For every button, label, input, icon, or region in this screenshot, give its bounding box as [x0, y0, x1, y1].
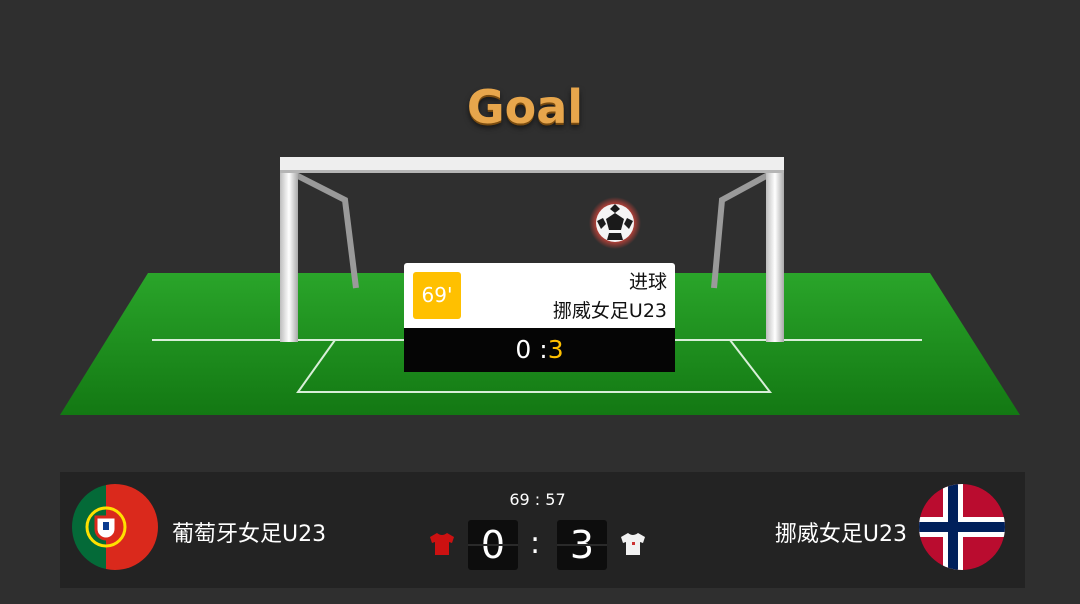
away-score: 3 [557, 520, 607, 570]
event-team-label: 挪威女足U23 [552, 300, 667, 322]
event-type-label: 进球 [628, 271, 667, 293]
soccer-ball-icon [589, 197, 641, 249]
event-score-bar: 0 :3 [404, 328, 675, 372]
home-score: 0 [468, 520, 518, 570]
score-separator: : [530, 526, 541, 561]
net-frame-left [294, 172, 359, 289]
goal-event-card: 69' 进球 挪威女足U23 [404, 263, 675, 328]
scoreboard: 葡萄牙女足U23 69 : 57 0 : 3 挪威女足U23 [60, 472, 1025, 588]
right-post [766, 162, 784, 342]
white-shirt-icon [621, 533, 645, 555]
red-shirt-icon [430, 533, 454, 555]
event-minute-badge: 69' [413, 272, 461, 319]
match-clock: 69 : 57 [509, 490, 566, 509]
left-post [280, 162, 298, 342]
event-score-home: 0 [515, 335, 532, 364]
away-team-name: 挪威女足U23 [774, 522, 907, 547]
goal-headline: Goal [466, 80, 584, 134]
event-score-away: 3 [547, 335, 564, 364]
net-frame-right [711, 172, 770, 289]
norway-flag-icon [919, 484, 1005, 570]
home-team-name: 葡萄牙女足U23 [172, 522, 327, 547]
event-score-separator: : [539, 335, 548, 364]
portugal-flag-icon [72, 484, 158, 570]
